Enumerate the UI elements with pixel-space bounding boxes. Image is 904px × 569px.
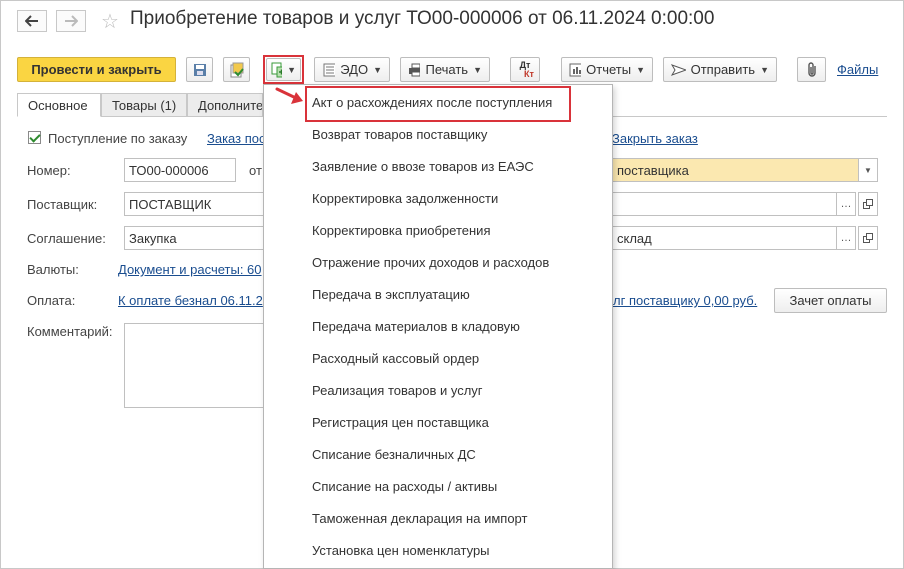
- by-order-label: Поступление по заказу: [48, 131, 188, 146]
- warehouse-open-button[interactable]: [858, 226, 878, 250]
- menu-item[interactable]: Реализация товаров и услуг: [312, 383, 483, 398]
- supplier-right-field[interactable]: [600, 192, 837, 216]
- ellipsis-icon: …: [840, 198, 852, 210]
- agreement-label: Соглашение:: [27, 231, 106, 246]
- back-button[interactable]: [17, 10, 47, 32]
- close-order-link[interactable]: Закрыть заказ: [612, 131, 698, 146]
- menu-item[interactable]: Регистрация цен поставщика: [312, 415, 489, 430]
- from-label: от: [249, 163, 262, 178]
- tab-main[interactable]: Основное: [17, 93, 101, 117]
- create-based-on-highlight: [263, 55, 304, 84]
- attachment-icon: [807, 61, 816, 77]
- menu-item[interactable]: Передача материалов в кладовую: [312, 319, 520, 334]
- print-label: Печать: [425, 62, 469, 77]
- select-dropdown-button[interactable]: ▼: [858, 158, 878, 182]
- post-button[interactable]: [223, 57, 250, 82]
- menu-item[interactable]: Установка цен номенклатуры: [312, 543, 490, 558]
- open-icon: [863, 199, 873, 209]
- offset-payment-button[interactable]: Зачет оплаты: [774, 288, 887, 313]
- order-link[interactable]: Заказ пос: [207, 131, 265, 146]
- edo-label: ЭДО: [340, 62, 369, 77]
- agreement-field[interactable]: Закупка: [124, 226, 264, 250]
- menu-item[interactable]: Списание на расходы / активы: [312, 479, 497, 494]
- payment-label: Оплата:: [27, 293, 76, 308]
- print-button[interactable]: Печать ▼: [400, 57, 490, 82]
- open-icon: [863, 233, 873, 243]
- menu-item[interactable]: Корректировка приобретения: [312, 223, 490, 238]
- debt-link[interactable]: лг поставщику 0,00 руб.: [613, 293, 757, 308]
- menu-item[interactable]: Заявление о ввозе товаров из ЕАЭС: [312, 159, 534, 174]
- menu-item[interactable]: Корректировка задолженности: [312, 191, 498, 206]
- comment-field[interactable]: [124, 323, 269, 408]
- payment-link[interactable]: К оплате безнал 06.11.2: [118, 293, 263, 308]
- reports-icon: [569, 63, 582, 76]
- files-link[interactable]: Файлы: [837, 62, 878, 77]
- dt-kt-button[interactable]: Дт Кт: [510, 57, 540, 82]
- print-icon: [409, 63, 421, 76]
- supplier-field[interactable]: ПОСТАВЩИК: [124, 192, 264, 216]
- save-icon: [193, 63, 206, 76]
- post-icon: [230, 62, 244, 77]
- forward-button[interactable]: [56, 10, 86, 32]
- dt-kt-bottom: Кт: [524, 68, 534, 79]
- send-label: Отправить: [690, 62, 756, 77]
- attachment-button[interactable]: [797, 57, 826, 82]
- comment-label: Комментарий:: [27, 324, 113, 339]
- menu-item[interactable]: Отражение прочих доходов и расходов: [312, 255, 549, 270]
- create-based-on-menu: Акт о расхождениях после поступления Воз…: [263, 84, 613, 569]
- supplier-open-button[interactable]: [858, 192, 878, 216]
- page-title: Приобретение товаров и услуг ТО00-000006…: [130, 8, 715, 29]
- menu-item[interactable]: Таможенная декларация на импорт: [312, 511, 527, 526]
- edo-button[interactable]: ЭДО ▼: [314, 57, 390, 82]
- number-field[interactable]: ТО00-000006: [124, 158, 236, 182]
- supplier-label: Поставщик:: [27, 197, 98, 212]
- chevron-down-icon: ▼: [373, 64, 382, 75]
- edo-icon: [323, 63, 336, 76]
- send-button[interactable]: Отправить ▼: [663, 57, 777, 82]
- supplier-choose-button[interactable]: …: [836, 192, 856, 216]
- highlighted-menu-item-frame: [305, 86, 571, 122]
- by-order-checkbox[interactable]: [28, 131, 41, 144]
- tab-additional[interactable]: Дополнительно: [187, 93, 263, 117]
- chevron-down-icon: ▼: [760, 64, 769, 75]
- menu-item[interactable]: Списание безналичных ДС: [312, 447, 476, 462]
- arrow-right-icon: [65, 15, 78, 27]
- menu-item[interactable]: Возврат товаров поставщику: [312, 127, 487, 142]
- menu-item[interactable]: Расходный кассовый ордер: [312, 351, 479, 366]
- save-button[interactable]: [186, 57, 213, 82]
- chevron-down-icon: ▼: [864, 165, 872, 175]
- chevron-down-icon: ▼: [636, 64, 645, 75]
- tab-goods[interactable]: Товары (1): [101, 93, 187, 117]
- warehouse-field[interactable]: склад: [600, 226, 837, 250]
- currency-label: Валюты:: [27, 262, 79, 277]
- send-icon: [671, 63, 686, 76]
- currency-link[interactable]: Документ и расчеты: 60: [118, 262, 262, 277]
- arrow-left-icon: [25, 15, 38, 27]
- reports-label: Отчеты: [586, 62, 632, 77]
- operation-select[interactable]: поставщика: [600, 158, 859, 182]
- chevron-down-icon: ▼: [473, 64, 482, 75]
- ellipsis-icon: …: [840, 232, 852, 244]
- reports-button[interactable]: Отчеты ▼: [561, 57, 653, 82]
- post-and-close-button[interactable]: Провести и закрыть: [17, 57, 176, 82]
- number-label: Номер:: [27, 163, 71, 178]
- menu-item[interactable]: Передача в эксплуатацию: [312, 287, 470, 302]
- pointer-arrow-icon: [275, 87, 303, 104]
- warehouse-choose-button[interactable]: …: [836, 226, 856, 250]
- star-icon[interactable]: ☆: [101, 9, 119, 34]
